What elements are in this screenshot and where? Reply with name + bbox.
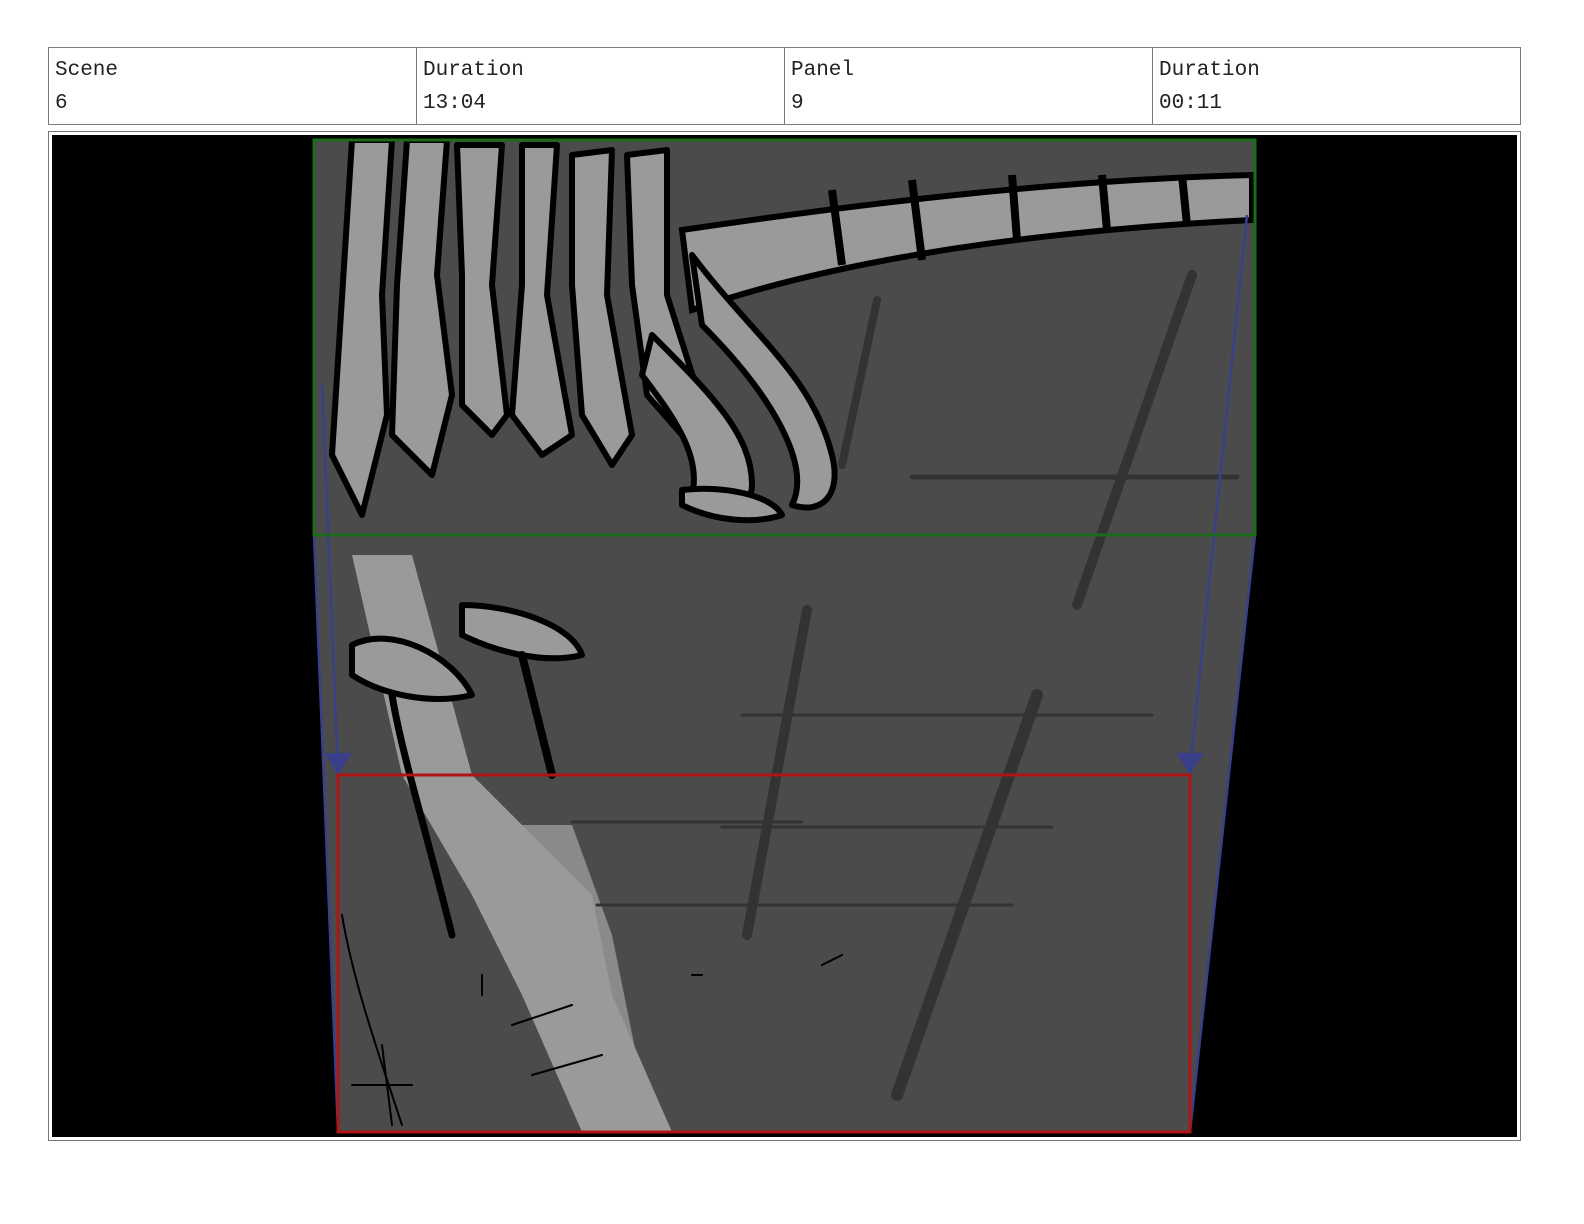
- scene-duration-cell: Duration 13:04: [417, 48, 785, 124]
- scene-cell: Scene 6: [49, 48, 417, 124]
- storyboard-sketch: [312, 137, 1257, 1134]
- sketch-background: [314, 140, 1255, 1132]
- panel-value: 9: [791, 92, 804, 115]
- panel-info-header: Scene 6 Duration 13:04 Panel 9 Duration …: [48, 47, 1521, 125]
- scene-label: Scene: [55, 59, 119, 82]
- panel-duration-label: Duration: [1159, 59, 1260, 82]
- scene-duration-value: 13:04: [423, 92, 487, 115]
- panel-label: Panel: [791, 59, 855, 82]
- panel-cell: Panel 9: [785, 48, 1153, 124]
- scene-duration-label: Duration: [423, 59, 524, 82]
- storyboard-panel-frame: [48, 131, 1521, 1141]
- panel-duration-value: 00:11: [1159, 92, 1223, 115]
- panel-duration-cell: Duration 00:11: [1153, 48, 1520, 124]
- storyboard-canvas: [52, 135, 1517, 1137]
- scene-value: 6: [55, 92, 68, 115]
